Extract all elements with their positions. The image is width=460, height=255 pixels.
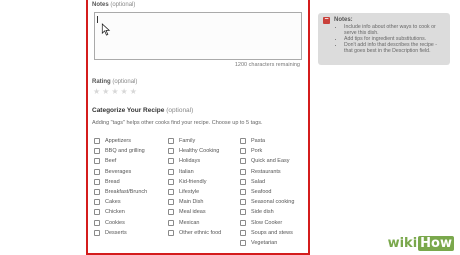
categorize-label: Categorize Your Recipe (optional)	[92, 107, 194, 114]
checkbox[interactable]	[168, 219, 174, 226]
star-icon[interactable]: ★	[93, 88, 100, 96]
characters-remaining: 1200 characters remaining	[234, 62, 300, 68]
tag-checkbox-item[interactable]: Vegetarian	[240, 238, 294, 248]
checkbox[interactable]	[240, 148, 246, 155]
tag-column-3: Pasta Pork Quick and Easy Restaurants Sa…	[240, 136, 294, 248]
tag-checkbox-item[interactable]: Mexican	[168, 218, 221, 228]
tag-checkbox-item[interactable]: Pork	[240, 146, 294, 156]
side-notes-list: Include info about other ways to cook or…	[344, 24, 446, 54]
checkbox[interactable]	[168, 168, 174, 175]
checkbox[interactable]	[94, 178, 100, 185]
tag-checkbox-item[interactable]: Beef	[94, 156, 147, 166]
tag-checkbox-item[interactable]: Seafood	[240, 187, 294, 197]
list-item: Include info about other ways to cook or…	[344, 24, 446, 36]
tag-checkbox-item[interactable]: Cakes	[94, 197, 147, 207]
checkbox[interactable]	[240, 199, 246, 206]
checkbox[interactable]	[94, 138, 100, 145]
checkbox[interactable]	[94, 158, 100, 165]
side-notes-title: Notes:	[334, 17, 353, 23]
checkbox[interactable]	[240, 158, 246, 165]
tag-checkbox-item[interactable]: BBQ and grilling	[94, 146, 147, 156]
checkbox[interactable]	[240, 189, 246, 196]
tag-checkbox-item[interactable]: Salad	[240, 177, 294, 187]
side-notes-tip: − Notes: Include info about other ways t…	[318, 13, 450, 65]
tag-checkbox-item[interactable]: Meal ideas	[168, 207, 221, 217]
checkbox[interactable]	[94, 219, 100, 226]
tag-checkbox-item[interactable]: Family	[168, 136, 221, 146]
checkbox[interactable]	[94, 229, 100, 236]
checkbox[interactable]	[240, 168, 246, 175]
checkbox[interactable]	[94, 168, 100, 175]
checkbox[interactable]	[168, 178, 174, 185]
recipe-form-panel: Notes (optional) 1200 characters remaini…	[86, 0, 310, 255]
checkbox[interactable]	[168, 229, 174, 236]
wikihow-watermark: wiki How	[387, 236, 454, 251]
tag-column-1: Appetizers BBQ and grilling Beef Beverag…	[94, 136, 147, 238]
text-caret	[97, 16, 98, 23]
tag-checkbox-item[interactable]: Healthy Cooking	[168, 146, 221, 156]
checkbox[interactable]	[168, 189, 174, 196]
checkbox[interactable]	[240, 219, 246, 226]
star-icon[interactable]: ★	[130, 88, 137, 96]
checkbox[interactable]	[168, 138, 174, 145]
checkbox[interactable]	[94, 148, 100, 155]
checkbox[interactable]	[240, 209, 246, 216]
star-icon[interactable]: ★	[102, 88, 109, 96]
mouse-cursor-icon	[101, 23, 111, 36]
notes-textarea[interactable]	[94, 12, 302, 60]
tag-checkbox-item[interactable]: Bread	[94, 177, 147, 187]
star-icon[interactable]: ★	[121, 88, 128, 96]
tag-checkbox-item[interactable]: Slow Cooker	[240, 218, 294, 228]
checkbox[interactable]	[168, 158, 174, 165]
tag-column-2: Family Healthy Cooking Holidays Italian …	[168, 136, 221, 238]
tag-checkbox-item[interactable]: Side dish	[240, 207, 294, 217]
checkbox[interactable]	[94, 199, 100, 206]
tag-checkbox-item[interactable]: Main Dish	[168, 197, 221, 207]
checkbox[interactable]	[94, 189, 100, 196]
rating-stars[interactable]: ★ ★ ★ ★ ★	[93, 88, 137, 96]
checkbox[interactable]	[168, 199, 174, 206]
checkbox[interactable]	[240, 229, 246, 236]
star-icon[interactable]: ★	[111, 88, 118, 96]
tag-checkbox-item[interactable]: Desserts	[94, 228, 147, 238]
tag-checkbox-item[interactable]: Beverages	[94, 167, 147, 177]
tag-checkbox-item[interactable]: Cookies	[94, 218, 147, 228]
checkbox[interactable]	[240, 178, 246, 185]
tag-checkbox-item[interactable]: Pasta	[240, 136, 294, 146]
tag-checkbox-item[interactable]: Other ethnic food	[168, 228, 221, 238]
checkbox[interactable]	[168, 148, 174, 155]
rating-label: Rating (optional)	[92, 79, 138, 85]
notes-label: Notes (optional)	[92, 2, 136, 8]
tag-checkbox-item[interactable]: Appetizers	[94, 136, 147, 146]
tag-checkbox-item[interactable]: Holidays	[168, 156, 221, 166]
list-item: Don't add info that describes the recipe…	[344, 42, 446, 54]
tag-checkbox-item[interactable]: Chicken	[94, 207, 147, 217]
tag-checkbox-item[interactable]: Restaurants	[240, 167, 294, 177]
tag-checkbox-item[interactable]: Soups and stews	[240, 228, 294, 238]
tag-checkbox-item[interactable]: Kid-friendly	[168, 177, 221, 187]
tag-checkbox-item[interactable]: Lifestyle	[168, 187, 221, 197]
checkbox[interactable]	[168, 209, 174, 216]
checkbox[interactable]	[94, 209, 100, 216]
tag-checkbox-item[interactable]: Seasonal cooking	[240, 197, 294, 207]
checkbox[interactable]	[240, 138, 246, 145]
collapse-minus-icon[interactable]: −	[323, 16, 330, 24]
tag-checkbox-item[interactable]: Italian	[168, 167, 221, 177]
tag-checkbox-item[interactable]: Quick and Easy	[240, 156, 294, 166]
checkbox[interactable]	[240, 239, 246, 246]
tag-checkbox-item[interactable]: Breakfast/Brunch	[94, 187, 147, 197]
categorize-help-text: Adding "tags" helps other cooks find you…	[92, 120, 263, 126]
